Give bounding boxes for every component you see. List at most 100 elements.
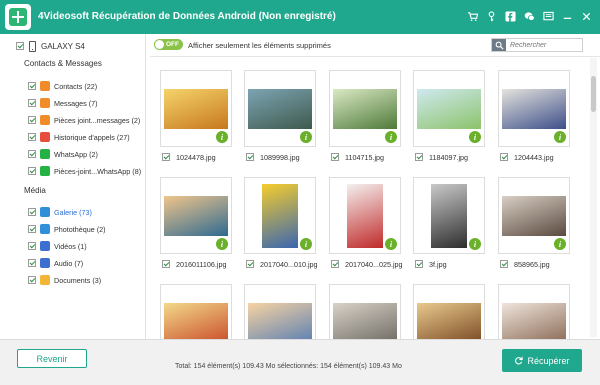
gallery-item[interactable]: i	[498, 284, 570, 339]
gallery-item-checkbox[interactable]	[415, 260, 423, 268]
gallery-item-checkbox[interactable]	[246, 153, 254, 161]
whatsapp-icon	[40, 149, 50, 159]
portrait-photo	[431, 183, 467, 248]
minimize-icon[interactable]	[559, 8, 575, 24]
sidebar-item-checkbox[interactable]	[28, 116, 36, 124]
info-icon[interactable]: i	[300, 238, 312, 250]
gallery-item-label[interactable]: 1104715.jpg	[331, 151, 417, 163]
info-icon[interactable]: i	[385, 131, 397, 143]
gallery-item[interactable]: i	[413, 284, 485, 339]
gallery-item-checkbox[interactable]	[500, 260, 508, 268]
gallery-item[interactable]: i	[329, 284, 401, 339]
sidebar-item[interactable]: Audio (7)	[28, 256, 83, 270]
device-row[interactable]: GALAXY S4	[16, 39, 85, 53]
recover-button[interactable]: Récupérer	[502, 349, 582, 372]
gallery-item-label[interactable]: 1184097.jpg	[415, 151, 501, 163]
info-icon[interactable]: i	[554, 131, 566, 143]
facebook-icon[interactable]	[502, 8, 518, 24]
info-icon[interactable]: i	[216, 131, 228, 143]
sidebar-item[interactable]: Pièces-joint...WhatsApp (8)	[28, 164, 141, 178]
street-photo	[333, 302, 397, 339]
gallery-item[interactable]: i	[160, 284, 232, 339]
gallery-item-checkbox[interactable]	[415, 153, 423, 161]
filter-bar: OFF Afficher seulement les éléments supp…	[150, 34, 600, 56]
gallery-item[interactable]: i	[160, 70, 232, 147]
sidebar-item[interactable]: Pièces joint...messages (2)	[28, 113, 140, 127]
gallery-item[interactable]: i	[244, 284, 316, 339]
gallery-item-checkbox[interactable]	[246, 260, 254, 268]
section-media: Média	[24, 186, 46, 195]
sidebar-item-checkbox[interactable]	[28, 167, 36, 175]
sidebar-item-checkbox[interactable]	[28, 99, 36, 107]
sidebar-item-checkbox[interactable]	[28, 208, 36, 216]
sidebar-item-label: Contacts (22)	[54, 81, 98, 91]
flower-photo	[164, 302, 228, 339]
sidebar-item[interactable]: Messages (7)	[28, 96, 98, 110]
sidebar-item[interactable]: Photothèque (2)	[28, 222, 106, 236]
gallery-item-checkbox[interactable]	[331, 153, 339, 161]
sidebar-item[interactable]: Historique d'appels (27)	[28, 130, 130, 144]
key-icon[interactable]	[483, 8, 499, 24]
scrollbar-thumb[interactable]	[591, 76, 596, 112]
section-contacts-messages: Contacts & Messages	[24, 59, 102, 68]
info-icon[interactable]: i	[469, 238, 481, 250]
gallery-item-checkbox[interactable]	[331, 260, 339, 268]
info-icon[interactable]: i	[469, 131, 481, 143]
gallery-item-label[interactable]: 2017040...025.jpg	[331, 258, 417, 270]
search-input[interactable]	[510, 41, 580, 49]
sidebar-item-checkbox[interactable]	[28, 150, 36, 158]
sidebar-item-checkbox[interactable]	[28, 276, 36, 284]
sidebar-item-checkbox[interactable]	[28, 225, 36, 233]
gallery-item-checkbox[interactable]	[162, 260, 170, 268]
gallery-item-label[interactable]: 1204443.jpg	[500, 151, 586, 163]
sidebar-item-label: WhatsApp (2)	[54, 149, 98, 159]
info-icon[interactable]: i	[300, 131, 312, 143]
gallery-item[interactable]: i	[498, 70, 570, 147]
close-icon[interactable]	[578, 8, 594, 24]
gallery-item-label[interactable]: 2017040...010.jpg	[246, 258, 332, 270]
device-checkbox[interactable]	[16, 42, 24, 50]
file-name: 1204443.jpg	[514, 152, 554, 162]
search-icon[interactable]	[492, 39, 506, 51]
info-icon[interactable]: i	[554, 238, 566, 250]
sidebar-item[interactable]: Galerie (73)	[28, 205, 92, 219]
gallery-item[interactable]: i	[160, 177, 232, 254]
file-name: 2017040...010.jpg	[260, 259, 318, 269]
gallery-item-checkbox[interactable]	[162, 153, 170, 161]
gallery-item[interactable]: i	[329, 177, 401, 254]
sidebar-item-checkbox[interactable]	[28, 82, 36, 90]
feedback-icon[interactable]	[540, 8, 556, 24]
back-button[interactable]: Revenir	[17, 349, 87, 368]
gallery-item[interactable]: i	[413, 70, 485, 147]
gift-photo	[347, 183, 383, 248]
info-icon[interactable]: i	[385, 238, 397, 250]
gallery-item-label[interactable]: 2016011106.jpg	[162, 258, 248, 270]
chat-icon[interactable]	[521, 8, 537, 24]
gallery-item-label[interactable]: 1089998.jpg	[246, 151, 332, 163]
sidebar-item-label: Documents (3)	[54, 275, 102, 285]
sidebar-item[interactable]: WhatsApp (2)	[28, 147, 98, 161]
gallery-item[interactable]: i	[413, 177, 485, 254]
gallery-item[interactable]: i	[498, 177, 570, 254]
gallery-icon	[40, 207, 50, 217]
gallery-item-checkbox[interactable]	[500, 153, 508, 161]
sidebar-item[interactable]: Vidéos (1)	[28, 239, 87, 253]
gallery-item-label[interactable]: 1024478.jpg	[162, 151, 248, 163]
gallery-item-label[interactable]: 858965.jpg	[500, 258, 586, 270]
file-name: 858965.jpg	[514, 259, 550, 269]
field-photo	[417, 88, 481, 129]
gallery-item[interactable]: i	[244, 70, 316, 147]
sidebar-item-checkbox[interactable]	[28, 242, 36, 250]
recover-label: Récupérer	[527, 355, 570, 366]
gallery-item[interactable]: i	[244, 177, 316, 254]
deleted-only-toggle[interactable]: OFF	[154, 39, 183, 50]
info-icon[interactable]: i	[216, 238, 228, 250]
vertical-scrollbar[interactable]	[590, 58, 597, 337]
sidebar-item-checkbox[interactable]	[28, 259, 36, 267]
gallery-item[interactable]: i	[329, 70, 401, 147]
sidebar-item[interactable]: Contacts (22)	[28, 79, 97, 93]
gallery-item-label[interactable]: 3f.jpg	[415, 258, 501, 270]
sidebar-item-checkbox[interactable]	[28, 133, 36, 141]
cart-icon[interactable]	[464, 8, 480, 24]
sidebar-item[interactable]: Documents (3)	[28, 273, 101, 287]
